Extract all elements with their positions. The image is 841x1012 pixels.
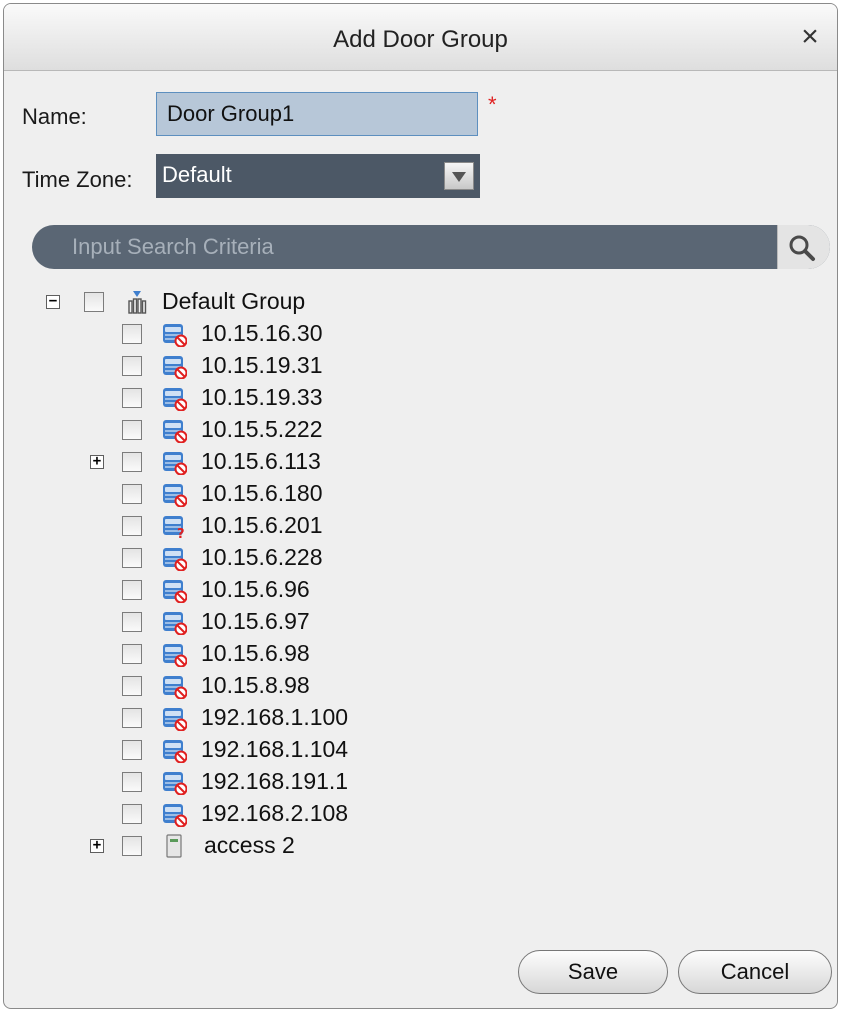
expand-icon[interactable]: +	[90, 454, 104, 469]
checkbox[interactable]	[122, 324, 142, 344]
tree-item[interactable]: 192.168.2.108	[4, 798, 604, 830]
tree-item-label: 10.15.6.180	[201, 480, 323, 506]
device-offline-icon	[163, 580, 187, 603]
device-offline-icon	[163, 612, 187, 635]
tree-item-label: 192.168.191.1	[201, 768, 349, 794]
checkbox[interactable]	[122, 516, 142, 536]
tree-item-label: access 2	[204, 832, 295, 858]
tree-item-label: 10.15.19.31	[201, 352, 323, 378]
tree-item-label: 192.168.1.100	[201, 704, 349, 730]
device-offline-icon	[163, 804, 187, 827]
device-offline-icon	[163, 420, 187, 443]
checkbox[interactable]	[122, 580, 142, 600]
time-zone-value: Default	[162, 162, 232, 187]
tree-item-label: 10.15.16.30	[201, 320, 323, 346]
group-icon	[128, 291, 147, 314]
search-bar	[32, 225, 830, 269]
checkbox[interactable]	[122, 644, 142, 664]
save-button[interactable]: Save	[518, 950, 668, 994]
svg-text:?: ?	[177, 527, 185, 539]
checkbox[interactable]	[122, 388, 142, 408]
tree-root-label: Default Group	[162, 288, 306, 314]
tree-item[interactable]: 10.15.6.98	[4, 638, 604, 670]
checkbox[interactable]	[122, 420, 142, 440]
time-zone-label: Time Zone:	[22, 167, 133, 192]
tree-item[interactable]: 10.15.5.222	[4, 414, 604, 446]
device-offline-icon	[163, 740, 187, 763]
close-icon[interactable]: ×	[797, 22, 823, 52]
dialog-title: Add Door Group	[333, 26, 508, 53]
tree-item-label: 192.168.2.108	[201, 800, 349, 826]
cancel-button[interactable]: Cancel	[678, 950, 832, 994]
tree-item-label: 10.15.6.96	[201, 576, 310, 602]
checkbox[interactable]	[122, 356, 142, 376]
tree-item[interactable]: ? 10.15.6.201	[4, 510, 604, 542]
chevron-down-icon[interactable]	[444, 162, 474, 190]
tree-item[interactable]: 10.15.6.97	[4, 606, 604, 638]
device-offline-icon	[163, 548, 187, 571]
expand-icon[interactable]: +	[90, 838, 104, 853]
time-zone-select[interactable]: Default	[156, 154, 480, 198]
required-asterisk: *	[488, 92, 497, 117]
checkbox[interactable]	[122, 548, 142, 568]
tree-item[interactable]: 10.15.6.180	[4, 478, 604, 510]
tree-item-label: 192.168.1.104	[201, 736, 349, 762]
tree-item-label: 10.15.19.33	[201, 384, 323, 410]
tree-item[interactable]: 10.15.16.30	[4, 318, 604, 350]
tree-item-label: 10.15.6.113	[201, 448, 321, 474]
device-offline-icon	[163, 356, 187, 379]
tree-item[interactable]: 192.168.1.100	[4, 702, 604, 734]
checkbox[interactable]	[122, 836, 142, 856]
device-offline-icon	[163, 484, 187, 507]
tree-item-label: 10.15.5.222	[201, 416, 323, 442]
device-offline-icon	[163, 452, 187, 475]
tree-item-label: 10.15.6.97	[201, 608, 310, 634]
tree-item[interactable]: +10.15.6.113	[4, 446, 604, 478]
tree-item[interactable]: 10.15.6.96	[4, 574, 604, 606]
tree-item[interactable]: 192.168.1.104	[4, 734, 604, 766]
checkbox[interactable]	[122, 804, 142, 824]
search-input[interactable]	[48, 225, 796, 269]
collapse-icon[interactable]: −	[46, 294, 60, 309]
access-controller-icon	[166, 834, 182, 858]
checkbox[interactable]	[122, 708, 142, 728]
tree-item-label: 10.15.8.98	[201, 672, 310, 698]
tree-item[interactable]: 10.15.19.31	[4, 350, 604, 382]
device-offline-icon	[163, 708, 187, 731]
add-door-group-dialog: Add Door Group × Name: * Time Zone: Defa…	[3, 3, 838, 1009]
checkbox[interactable]	[122, 452, 142, 472]
tree-item-label: 10.15.6.98	[201, 640, 310, 666]
device-offline-icon	[163, 388, 187, 411]
device-offline-icon	[163, 644, 187, 667]
checkbox[interactable]	[122, 612, 142, 632]
name-label: Name:	[22, 104, 87, 129]
search-icon	[789, 235, 815, 261]
device-offline-icon	[163, 676, 187, 699]
name-input[interactable]	[156, 92, 478, 136]
device-offline-icon	[163, 324, 187, 347]
tree-item[interactable]: 10.15.19.33	[4, 382, 604, 414]
tree-item-label: 10.15.6.201	[201, 512, 323, 538]
search-button[interactable]	[777, 225, 830, 269]
title-bar: Add Door Group ×	[4, 4, 837, 71]
tree-item[interactable]: + access 2	[4, 830, 604, 862]
tree-item[interactable]: 10.15.6.228	[4, 542, 604, 574]
checkbox[interactable]	[122, 676, 142, 696]
tree-item[interactable]: 10.15.8.98	[4, 670, 604, 702]
checkbox-default-group[interactable]	[84, 292, 104, 312]
tree-item-label: 10.15.6.228	[201, 544, 323, 570]
checkbox[interactable]	[122, 772, 142, 792]
device-offline-icon	[163, 772, 187, 795]
tree-root-default-group[interactable]: − Default Group	[4, 286, 604, 318]
checkbox[interactable]	[122, 484, 142, 504]
device-unknown-icon: ?	[163, 516, 185, 539]
checkbox[interactable]	[122, 740, 142, 760]
tree-item[interactable]: 192.168.191.1	[4, 766, 604, 798]
